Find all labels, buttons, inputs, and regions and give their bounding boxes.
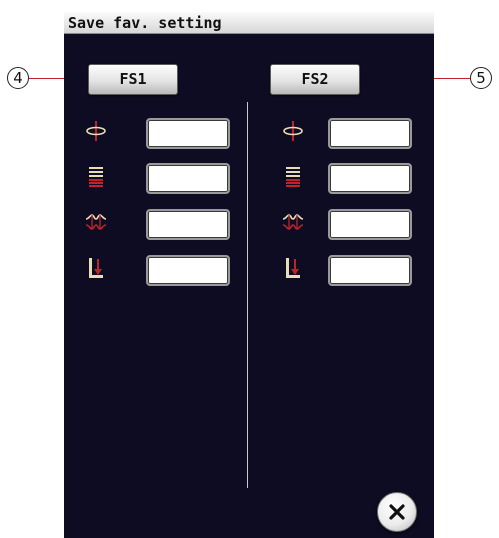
presser-foot-pressure-icon (89, 258, 103, 278)
stitch-width-icon (283, 121, 303, 141)
stitch-width-icon (86, 121, 106, 141)
fs1-presser-foot-pressure-field[interactable] (146, 255, 230, 286)
thread-tension-icon (85, 214, 107, 230)
fs2-stitch-width-field[interactable] (328, 118, 412, 149)
fs1-stitch-width-field[interactable] (146, 118, 230, 149)
fs1-button[interactable]: FS1 (88, 64, 178, 95)
save-fav-setting-dialog: Save fav. setting FS1 FS2 (64, 12, 434, 538)
thread-tension-icon (282, 214, 304, 230)
stitch-length-icon (286, 167, 300, 187)
dialog-title-bar: Save fav. setting (64, 12, 434, 34)
close-icon (389, 504, 405, 520)
fs2-button[interactable]: FS2 (270, 64, 360, 95)
callout-5: 5 (470, 67, 492, 89)
stitch-length-icon (89, 167, 103, 187)
presser-foot-pressure-icon (286, 258, 300, 278)
column-divider (247, 102, 248, 488)
fs2-stitch-length-field[interactable] (328, 163, 412, 194)
dialog-title: Save fav. setting (68, 14, 222, 32)
fs2-presser-foot-pressure-field[interactable] (328, 255, 412, 286)
callout-4: 4 (7, 67, 29, 89)
fs2-thread-tension-field[interactable] (328, 209, 412, 240)
fs1-thread-tension-field[interactable] (146, 209, 230, 240)
fs1-stitch-length-field[interactable] (146, 163, 230, 194)
close-button[interactable] (377, 492, 417, 532)
